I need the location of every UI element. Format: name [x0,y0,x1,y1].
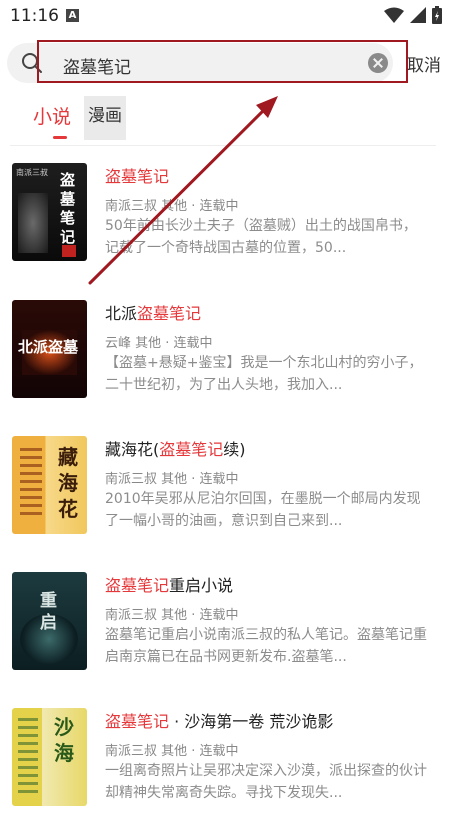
book-description: 【盗墓+悬疑+鉴宝】我是一个东北山村的穷小子，二十世纪初，为了出人头地，我加入.… [105,355,423,393]
book-description: 2010年吴邪从尼泊尔回国，在墨脱一个邮局内发现了一幅小哥的油画，意识到自己来到… [105,491,421,529]
notification-icon: A [66,9,79,22]
cover-top-text: 南派三叔 [16,168,48,177]
list-item[interactable]: 沙海 盗墓笔记 · 沙海第一卷 荒沙诡影 南派三叔 其他 · 连载中 一组离奇照… [0,708,450,838]
cover-seal [62,245,76,257]
signal-icon [410,7,426,23]
book-title: 盗墓笔记重启小说 [105,572,233,596]
cover-title-text: 北派盗墓 [18,338,79,356]
book-title-highlight: 盗墓笔记 [105,576,170,595]
book-description: 一组离奇照片让吴邪决定深入沙漠，派出探查的伙计却精神失常离奇失踪。寻找下发现失.… [105,763,427,801]
cancel-button[interactable]: 取消 [407,51,441,76]
tab-active-indicator [53,136,67,139]
book-description: 盗墓笔记重启小说南派三叔的私人笔记。盗墓笔记重启南京篇已在品书网更新发布.盗墓笔… [105,627,427,665]
book-title: 盗墓笔记 · 沙海第一卷 荒沙诡影 [105,708,333,732]
book-title-part: 续) [223,440,246,459]
book-cover: 重启 [12,572,87,670]
book-title: 藏海花(盗墓笔记续) [105,436,246,460]
cover-art-tunnel [18,193,48,253]
book-cover: 藏海花 [12,436,87,534]
cover-title-text: 沙海 [54,715,74,765]
list-item[interactable]: 藏海花 藏海花(盗墓笔记续) 南派三叔 其他 · 连载中 2010年吴邪从尼泊尔… [0,436,450,566]
book-title-highlight: 盗墓笔记 [159,440,224,459]
tab-novel[interactable]: 小说 [33,102,71,129]
book-title-part: 北派 [105,304,138,323]
book-meta: 南派三叔 其他 · 连载中 [105,199,239,214]
divider [10,145,436,146]
cover-art-stripes [18,718,38,796]
wifi-icon [384,7,404,23]
book-meta: 南派三叔 其他 · 连载中 [105,608,239,623]
tab-comic[interactable]: 漫画 [84,96,126,140]
cover-title-text: 盗墓笔记 [60,171,76,246]
book-title: 盗墓笔记 [105,163,169,187]
cover-title-text: 藏海花 [58,445,78,521]
list-item[interactable]: 南派三叔 盗墓笔记 盗墓笔记 南派三叔 其他 · 连载中 50年前由长沙土夫子（… [0,163,450,293]
book-cover: 沙海 [12,708,87,806]
book-title-part: · 沙海第一卷 荒沙诡影 [169,712,334,731]
status-bar: 11:16 A [0,0,450,34]
book-cover: 南派三叔 盗墓笔记 [12,163,87,261]
list-item[interactable]: 北派盗墓 北派盗墓笔记 云峰 其他 · 连载中 【盗墓+悬疑+鉴宝】我是一个东北… [0,300,450,430]
status-icons [384,6,442,24]
book-title-highlight: 盗墓笔记 [105,167,170,186]
book-title: 北派盗墓笔记 [105,300,201,324]
annotation-highlight-box [37,40,408,83]
book-title-part: 重启小说 [169,576,234,595]
cover-art-stripes [20,448,42,520]
book-cover: 北派盗墓 [12,300,87,398]
cover-title-text: 重启 [40,591,57,633]
tab-bar: 小说 漫画 [0,96,450,140]
book-title-highlight: 盗墓笔记 [105,712,170,731]
book-title-highlight: 盗墓笔记 [137,304,202,323]
book-meta: 南派三叔 其他 · 连载中 [105,472,239,487]
book-description: 50年前由长沙土夫子（盗墓贼）出土的战国帛书，记载了一个奇特战国古墓的位置，50… [105,218,417,256]
list-item[interactable]: 重启 盗墓笔记重启小说 南派三叔 其他 · 连载中 盗墓笔记重启小说南派三叔的私… [0,572,450,702]
book-meta: 云峰 其他 · 连载中 [105,336,213,351]
status-time: 11:16 [10,6,59,26]
book-meta: 南派三叔 其他 · 连载中 [105,744,239,759]
battery-icon [432,6,442,24]
book-title-part: 藏海花( [105,440,160,459]
